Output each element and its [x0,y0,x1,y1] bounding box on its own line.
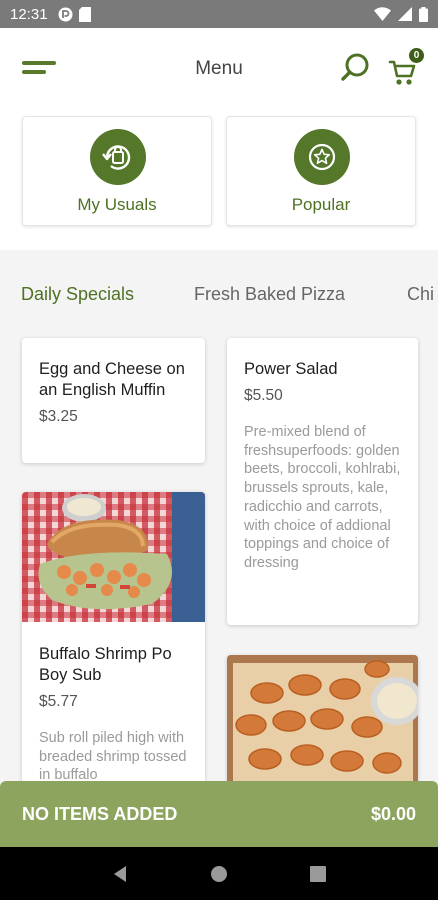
item-name: Buffalo Shrimp Po Boy Sub [39,645,172,684]
sd-card-icon [78,6,91,22]
home-button[interactable] [199,854,239,894]
hamburger-menu-icon[interactable] [22,58,58,80]
item-name: Egg and Cheese on an English Muffin [39,360,185,399]
home-circle-icon [210,865,227,882]
pocket-casts-icon [58,7,73,21]
item-name: Power Salad [244,360,338,378]
item-price: $5.77 [39,693,78,710]
cart-count-badge: 0 [409,48,424,63]
shrimp-po-boy-photo [22,492,205,622]
popular-badge [294,129,350,185]
my-usuals-label: My Usuals [77,195,157,214]
app-bar: Menu 0 [0,28,438,110]
page-title: Menu [195,58,243,79]
my-usuals-badge [90,129,146,185]
item-price: $5.50 [244,387,283,404]
back-button[interactable] [100,854,140,894]
battery-icon [419,6,428,22]
recents-square-icon [310,865,327,882]
menu-item-card[interactable]: Egg and Cheese on an English Muffin $3.2… [22,338,205,463]
status-bar: 12:31 [0,0,438,28]
popular-label: Popular [291,195,351,214]
wifi-icon [374,7,391,21]
bag-refresh-icon [102,145,131,170]
status-time: 12:31 [10,5,48,23]
popular-card[interactable]: Popular [226,116,416,226]
tab-chi[interactable]: Chi [407,284,434,305]
system-nav-bar [0,847,438,900]
item-description: Sub roll piled high with breaded shrimp … [39,730,187,784]
search-icon [341,53,369,81]
fried-shrimp-photo [227,655,418,795]
tab-fresh-baked-pizza[interactable]: Fresh Baked Pizza [194,284,345,305]
category-tabs: Daily Specials Fresh Baked Pizza Chi [0,268,438,324]
cart-status-label: NO ITEMS ADDED [22,803,178,824]
cellular-signal-icon [398,7,412,21]
item-description: Pre-mixed blend of freshsuperfoods: gold… [244,424,401,571]
cart-total: $0.00 [370,803,416,824]
cart-button[interactable]: 0 [388,48,424,88]
cart-summary-bar[interactable]: NO ITEMS ADDED $0.00 [0,781,438,847]
tab-daily-specials[interactable]: Daily Specials [21,284,134,305]
star-icon [308,143,336,171]
item-price: $3.25 [39,408,78,425]
my-usuals-card[interactable]: My Usuals [22,116,212,226]
menu-item-card[interactable]: Power Salad $5.50 Pre-mixed blend of fre… [227,338,418,625]
menu-item-card[interactable] [227,655,418,795]
quick-access-section: My Usuals Popular [0,110,438,250]
menu-item-card[interactable]: Buffalo Shrimp Po Boy Sub $5.77 Sub roll… [22,492,205,792]
back-triangle-icon [113,865,126,882]
search-button[interactable] [340,52,372,84]
recents-button[interactable] [298,854,338,894]
